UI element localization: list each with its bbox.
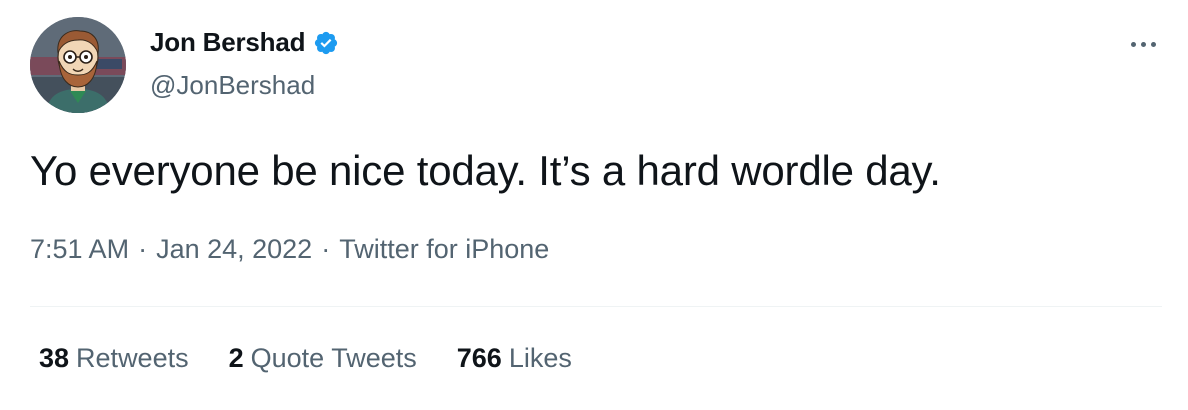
- likes-stat[interactable]: 766 Likes: [457, 343, 572, 374]
- tweet-metadata: 7:51 AM · Jan 24, 2022 · Twitter for iPhone: [30, 234, 549, 265]
- cartoon-bearded-man-avatar-icon: [30, 17, 126, 113]
- more-options-button[interactable]: [1124, 30, 1162, 58]
- tweet-text: Yo everyone be nice today. It’s a hard w…: [30, 147, 941, 194]
- more-dot-icon: [1130, 41, 1136, 47]
- more-dot-icon: [1140, 41, 1146, 47]
- meta-separator: ·: [138, 234, 148, 264]
- tweet-date[interactable]: Jan 24, 2022: [156, 234, 312, 264]
- retweets-count: 38: [39, 343, 70, 373]
- more-dot-icon: [1150, 41, 1156, 47]
- likes-label: Likes: [508, 343, 572, 373]
- tweet-time[interactable]: 7:51 AM: [30, 234, 129, 264]
- author-handle[interactable]: @JonBershad: [150, 70, 315, 101]
- meta-separator: ·: [321, 234, 331, 264]
- likes-count: 766: [456, 343, 502, 373]
- divider: [30, 306, 1162, 307]
- tweet-source[interactable]: Twitter for iPhone: [339, 234, 549, 264]
- retweets-label: Retweets: [76, 343, 189, 373]
- quote-tweets-count: 2: [228, 343, 244, 373]
- author-name-row: Jon Bershad: [150, 27, 339, 58]
- engagement-stats: 38 Retweets 2 Quote Tweets 766 Likes: [39, 343, 572, 374]
- avatar[interactable]: [30, 17, 126, 113]
- retweets-stat[interactable]: 38 Retweets: [39, 343, 189, 374]
- verified-badge-icon: [315, 31, 338, 54]
- tweet-card: Jon Bershad @JonBershad Yo everyone be n…: [0, 0, 1188, 410]
- quote-tweets-stat[interactable]: 2 Quote Tweets: [229, 343, 417, 374]
- quote-tweets-label: Quote Tweets: [250, 343, 417, 373]
- author-display-name[interactable]: Jon Bershad: [150, 27, 305, 58]
